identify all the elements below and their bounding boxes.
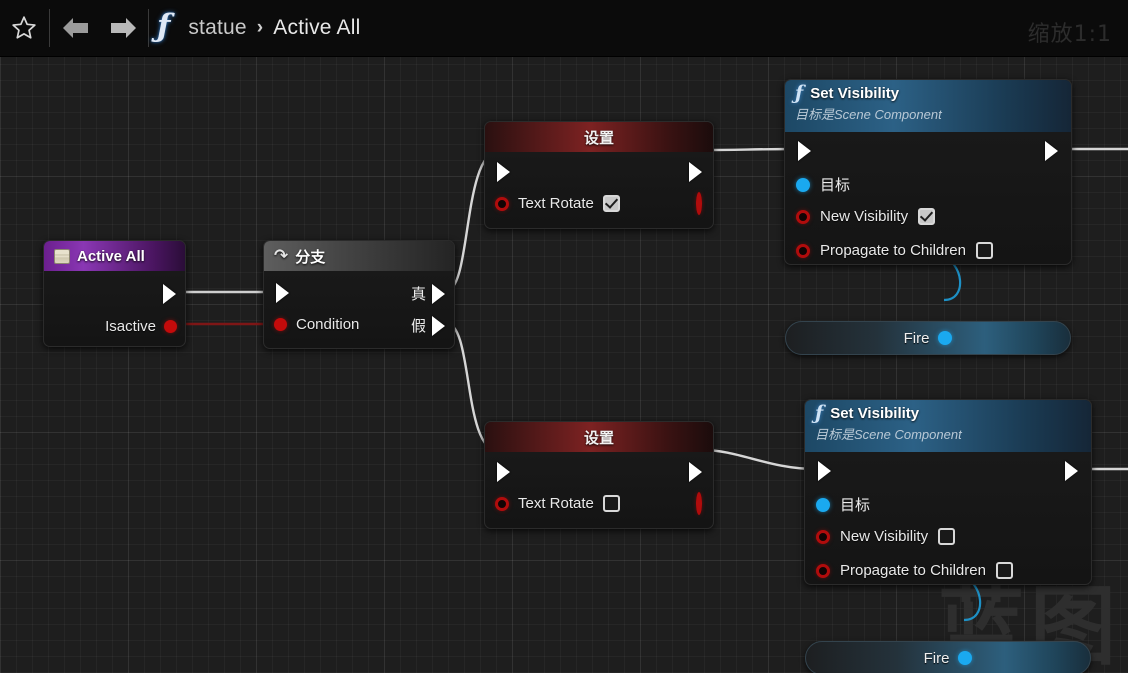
pin-setvis-top-target[interactable] <box>796 177 810 192</box>
checkbox-setvis-top-new-visibility[interactable] <box>918 208 936 225</box>
node-active-all-output-label: Isactive <box>105 318 156 335</box>
pin-setvis-top-exec-in[interactable] <box>798 141 811 161</box>
node-active-all-header: Active All <box>44 241 185 271</box>
node-set-visibility-bottom-header: ƒ Set Visibility 目标是Scene Component <box>805 400 1091 452</box>
node-set-visibility-bottom-newvis-label: New Visibility <box>840 528 929 545</box>
node-active-all[interactable]: Active All Isactive <box>43 240 186 347</box>
checkbox-setvis-bottom-new-visibility[interactable] <box>938 528 956 545</box>
node-set-bottom-title: 设置 <box>583 428 614 447</box>
checkbox-set-bottom-text-rotate[interactable] <box>602 495 620 512</box>
node-branch-title: 分支 <box>295 247 326 266</box>
node-set-visibility-bottom-propagate-label: Propagate to Children <box>840 562 986 579</box>
favorite-button[interactable] <box>0 0 47 57</box>
blueprint-editor: ƒ statue › Active All 缩放1:1 蓝图 Active Al… <box>0 0 1128 673</box>
node-set-visibility-top-header: ƒ Set Visibility 目标是Scene Component <box>785 80 1071 132</box>
breadcrumb: statue › Active All <box>188 16 360 40</box>
zoom-level-label: 缩放1:1 <box>1027 22 1112 47</box>
node-set-top-header: 设置 <box>485 122 713 152</box>
function-f-icon: ƒ <box>795 82 804 104</box>
function-f-icon: ƒ <box>157 7 171 44</box>
pin-branch-false[interactable] <box>432 315 445 336</box>
node-set-bottom-property-label: Text Rotate <box>518 495 594 512</box>
pin-branch-condition[interactable] <box>274 318 287 331</box>
node-branch[interactable]: ↷ 分支 Condition 真 假 <box>263 240 455 349</box>
breadcrumb-separator-icon: › <box>256 17 264 38</box>
graph-canvas[interactable]: 蓝图 Active All Isactive ↷ 分支 Condition 真 … <box>0 57 1128 673</box>
node-set-bottom-body: Text Rotate <box>485 452 713 528</box>
node-set-visibility-top-propagate-label: Propagate to Children <box>820 242 966 259</box>
node-set-top-title: 设置 <box>583 128 614 147</box>
node-set-visibility-bottom-fire-bar[interactable]: Fire <box>805 641 1091 673</box>
pin-setvis-bottom-new-visibility[interactable] <box>816 529 830 544</box>
node-set-visibility-bottom-title: Set Visibility <box>830 405 920 422</box>
wire-exec-settop-setvis-top <box>701 147 798 152</box>
node-branch-header: ↷ 分支 <box>264 241 454 271</box>
function-f-icon: ƒ <box>815 402 824 424</box>
pin-activeall-isactive[interactable] <box>164 320 177 333</box>
toolbar-separator-2 <box>148 9 149 47</box>
pin-setvis-bottom-target[interactable] <box>816 497 830 512</box>
branch-icon: ↷ <box>274 245 289 266</box>
pin-set-bottom-exec-out[interactable] <box>689 462 702 482</box>
node-set-visibility-top-subtitle: 目标是Scene Component <box>795 107 942 122</box>
node-active-all-title: Active All <box>77 247 145 265</box>
node-set-top-property-label: Text Rotate <box>518 195 594 212</box>
toolbar-separator-1 <box>49 9 50 47</box>
node-set-visibility-bottom[interactable]: ƒ Set Visibility 目标是Scene Component 目标 N… <box>804 399 1092 673</box>
pin-branch-true[interactable] <box>432 283 445 304</box>
pin-setvis-top-propagate[interactable] <box>796 243 810 258</box>
arrow-left-icon <box>62 18 88 38</box>
pin-setvis-bottom-propagate[interactable] <box>816 563 830 578</box>
node-branch-body: Condition 真 假 <box>264 271 454 348</box>
node-set-visibility-top-newvis-label: New Visibility <box>820 208 909 225</box>
wire-exec-setbottom-setvis-bottom <box>701 448 817 471</box>
node-set-top-body: Text Rotate <box>485 152 713 228</box>
breadcrumb-current[interactable]: Active All <box>273 16 360 40</box>
node-branch-true-label: 真 <box>410 285 426 303</box>
toolbar: ƒ statue › Active All 缩放1:1 <box>0 0 1128 57</box>
node-set-bottom-header: 设置 <box>485 422 713 452</box>
forward-button[interactable] <box>99 0 146 57</box>
back-button[interactable] <box>52 0 99 57</box>
node-set-bottom[interactable]: 设置 Text Rotate <box>484 421 714 529</box>
checkbox-setvis-bottom-propagate[interactable] <box>995 562 1013 579</box>
node-set-visibility-bottom-subtitle: 目标是Scene Component <box>815 427 962 442</box>
pin-set-top-exec-out[interactable] <box>689 162 702 182</box>
node-set-visibility-bottom-body: 目标 New Visibility Propagate to Children <box>805 452 1091 584</box>
star-icon <box>11 16 36 39</box>
node-set-visibility-top-target-label: 目标 <box>820 176 851 194</box>
arrow-right-icon <box>110 18 136 38</box>
node-set-visibility-top[interactable]: ƒ Set Visibility 目标是Scene Component 目标 N… <box>784 79 1072 355</box>
pin-setvis-bottom-exec-out[interactable] <box>1065 461 1078 481</box>
node-set-top[interactable]: 设置 Text Rotate <box>484 121 714 229</box>
pin-set-top-exec-in[interactable] <box>497 162 510 182</box>
pin-set-bottom-exec-in[interactable] <box>497 462 510 482</box>
node-set-visibility-bottom-fire-label: Fire <box>923 649 950 667</box>
node-branch-condition-label: Condition <box>296 316 360 333</box>
pin-setvis-top-new-visibility[interactable] <box>796 209 810 224</box>
pin-setvis-bottom-exec-in[interactable] <box>818 461 831 481</box>
pin-setvis-top-fire[interactable] <box>938 331 953 345</box>
checkbox-set-top-text-rotate[interactable] <box>602 195 620 212</box>
node-set-visibility-top-fire-bar[interactable]: Fire <box>785 321 1071 355</box>
node-set-visibility-bottom-target-label: 目标 <box>840 496 871 514</box>
event-node-icon <box>54 248 70 264</box>
pin-set-bottom-out[interactable] <box>696 492 702 515</box>
pin-setvis-bottom-fire[interactable] <box>958 651 973 665</box>
pin-setvis-top-exec-out[interactable] <box>1045 141 1058 161</box>
pin-activeall-exec-out[interactable] <box>163 284 176 304</box>
checkbox-setvis-top-propagate[interactable] <box>975 242 993 259</box>
pin-set-bottom-in[interactable] <box>495 496 509 511</box>
node-branch-false-label: 假 <box>410 317 426 335</box>
node-set-visibility-top-fire-label: Fire <box>903 329 930 347</box>
breadcrumb-root[interactable]: statue <box>188 16 246 40</box>
pin-set-top-out[interactable] <box>696 192 702 215</box>
node-set-visibility-top-title: Set Visibility <box>810 85 900 102</box>
node-active-all-body: Isactive <box>44 271 185 346</box>
pin-branch-exec-in[interactable] <box>276 283 289 303</box>
node-set-visibility-top-body: 目标 New Visibility Propagate to Children <box>785 132 1071 264</box>
pin-set-top-in[interactable] <box>495 196 509 211</box>
